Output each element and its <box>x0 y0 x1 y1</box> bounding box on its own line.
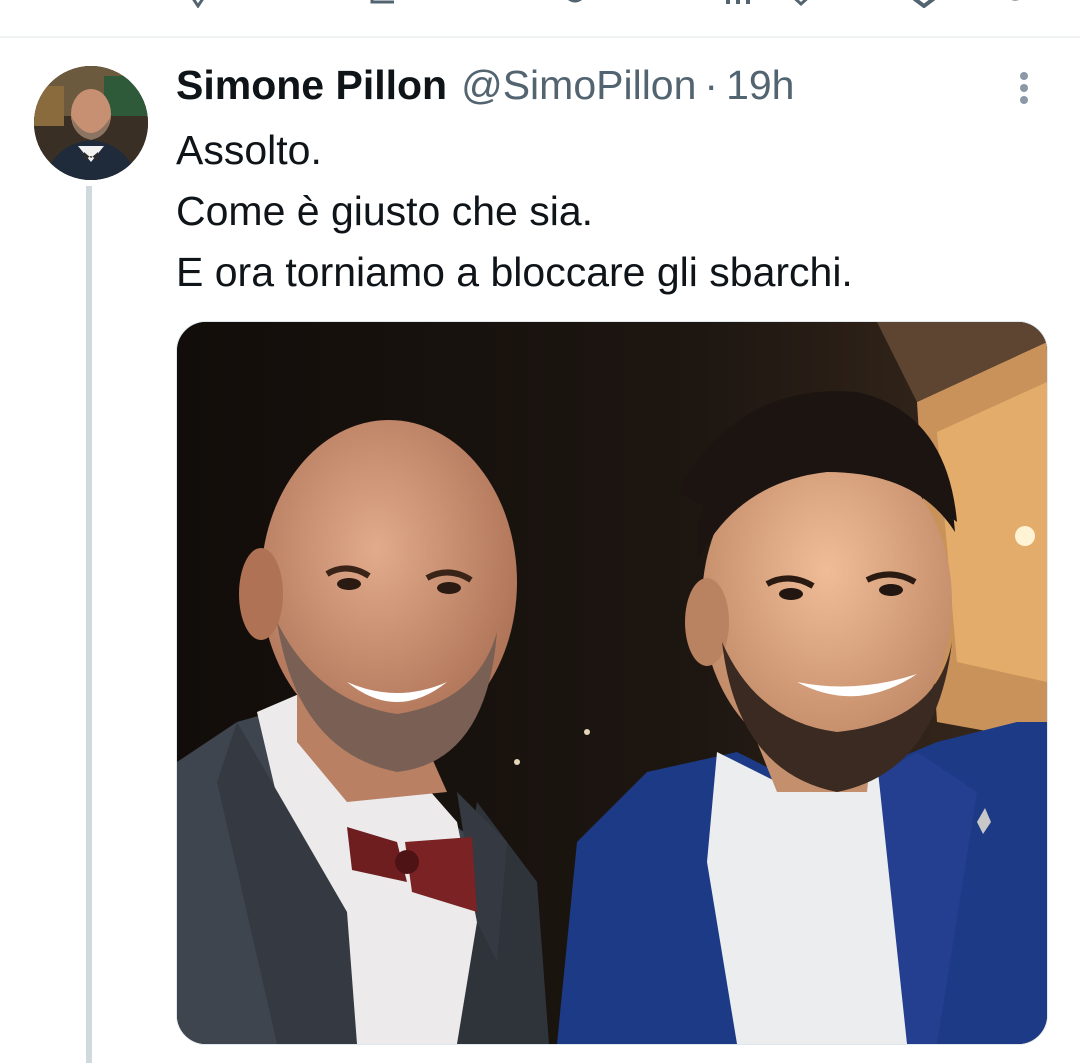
like-icon[interactable] <box>560 0 590 8</box>
header-separator: · <box>704 61 719 108</box>
tweet-timestamp[interactable]: 19h <box>726 62 794 109</box>
photo-two-men-smiling <box>177 322 1047 1044</box>
tweet-header: Simone Pillon @SimoPillon · 19h <box>176 58 794 112</box>
share-icon[interactable] <box>786 0 816 8</box>
author-display-name[interactable]: Simone Pillon <box>176 62 447 109</box>
tweet-screen: Simone Pillon @SimoPillon · 19h Assolto.… <box>0 0 1080 1063</box>
avatar-photo <box>34 66 148 180</box>
author-handle[interactable]: @SimoPillon <box>461 62 696 109</box>
reply-icon[interactable] <box>188 0 218 8</box>
thread-line <box>86 186 92 1063</box>
tweet-text-line: E ora torniamo a bloccare gli sbarchi. <box>176 249 853 295</box>
avatar[interactable] <box>34 66 148 180</box>
more-vertical-icon[interactable] <box>1014 70 1034 110</box>
retweet-icon[interactable] <box>368 0 398 8</box>
previous-tweet-action-bar <box>0 0 1080 36</box>
tweet-photo[interactable] <box>176 321 1048 1045</box>
tweet-text-line: Assolto. <box>176 127 322 173</box>
tweet-text-line: Come è giusto che sia. <box>176 188 594 234</box>
bookmark-icon[interactable] <box>906 0 942 8</box>
tweet-text: Assolto. Come è giusto che sia. E ora to… <box>176 120 1036 303</box>
views-icon[interactable] <box>722 0 762 8</box>
more-icon[interactable] <box>1000 0 1030 8</box>
tweet-divider <box>0 36 1080 38</box>
